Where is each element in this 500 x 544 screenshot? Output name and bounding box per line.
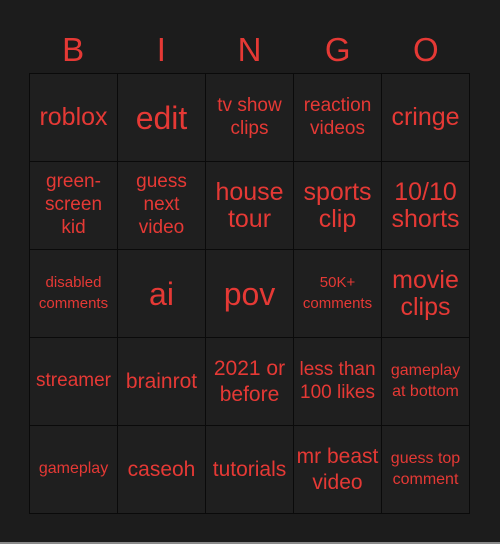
header-letter-i: I xyxy=(156,31,166,68)
bingo-cell[interactable]: sports clip xyxy=(294,162,381,249)
bingo-cell[interactable]: brainrot xyxy=(118,338,205,425)
bingo-grid: roblox edit tv show clips reaction video… xyxy=(29,73,470,514)
bingo-cell[interactable]: guess top comment xyxy=(382,426,469,513)
bingo-cell[interactable]: ai xyxy=(118,250,205,337)
bingo-cell[interactable]: gameplay at bottom xyxy=(382,338,469,425)
header-letter-g: G xyxy=(324,31,351,68)
bingo-cell[interactable]: caseoh xyxy=(118,426,205,513)
bingo-cell[interactable]: gameplay xyxy=(30,426,117,513)
bingo-cell[interactable]: mr beast video xyxy=(294,426,381,513)
bingo-cell[interactable]: movie clips xyxy=(382,250,469,337)
bingo-cell[interactable]: tutorials xyxy=(206,426,293,513)
bingo-cell[interactable]: cringe xyxy=(382,74,469,161)
bingo-cell[interactable]: 50K+ comments xyxy=(294,250,381,337)
bingo-cell[interactable]: house tour xyxy=(206,162,293,249)
bingo-cell[interactable]: less than 100 likes xyxy=(294,338,381,425)
bingo-cell[interactable]: edit xyxy=(118,74,205,161)
bingo-cell[interactable]: guess next video xyxy=(118,162,205,249)
header-letter-b: B xyxy=(62,31,85,68)
bingo-cell[interactable]: streamer xyxy=(30,338,117,425)
bingo-cell[interactable]: green-screen kid xyxy=(30,162,117,249)
bingo-cell[interactable]: pov xyxy=(206,250,293,337)
bingo-cell[interactable]: roblox xyxy=(30,74,117,161)
bingo-cell[interactable]: 2021 or before xyxy=(206,338,293,425)
bingo-cell[interactable]: reaction videos xyxy=(294,74,381,161)
bingo-header: B I N G O xyxy=(29,30,470,70)
header-letter-o: O xyxy=(413,31,439,68)
bingo-cell[interactable]: disabled comments xyxy=(30,250,117,337)
bingo-cell[interactable]: 10/10 shorts xyxy=(382,162,469,249)
header-letter-n: N xyxy=(237,31,262,68)
bingo-cell[interactable]: tv show clips xyxy=(206,74,293,161)
